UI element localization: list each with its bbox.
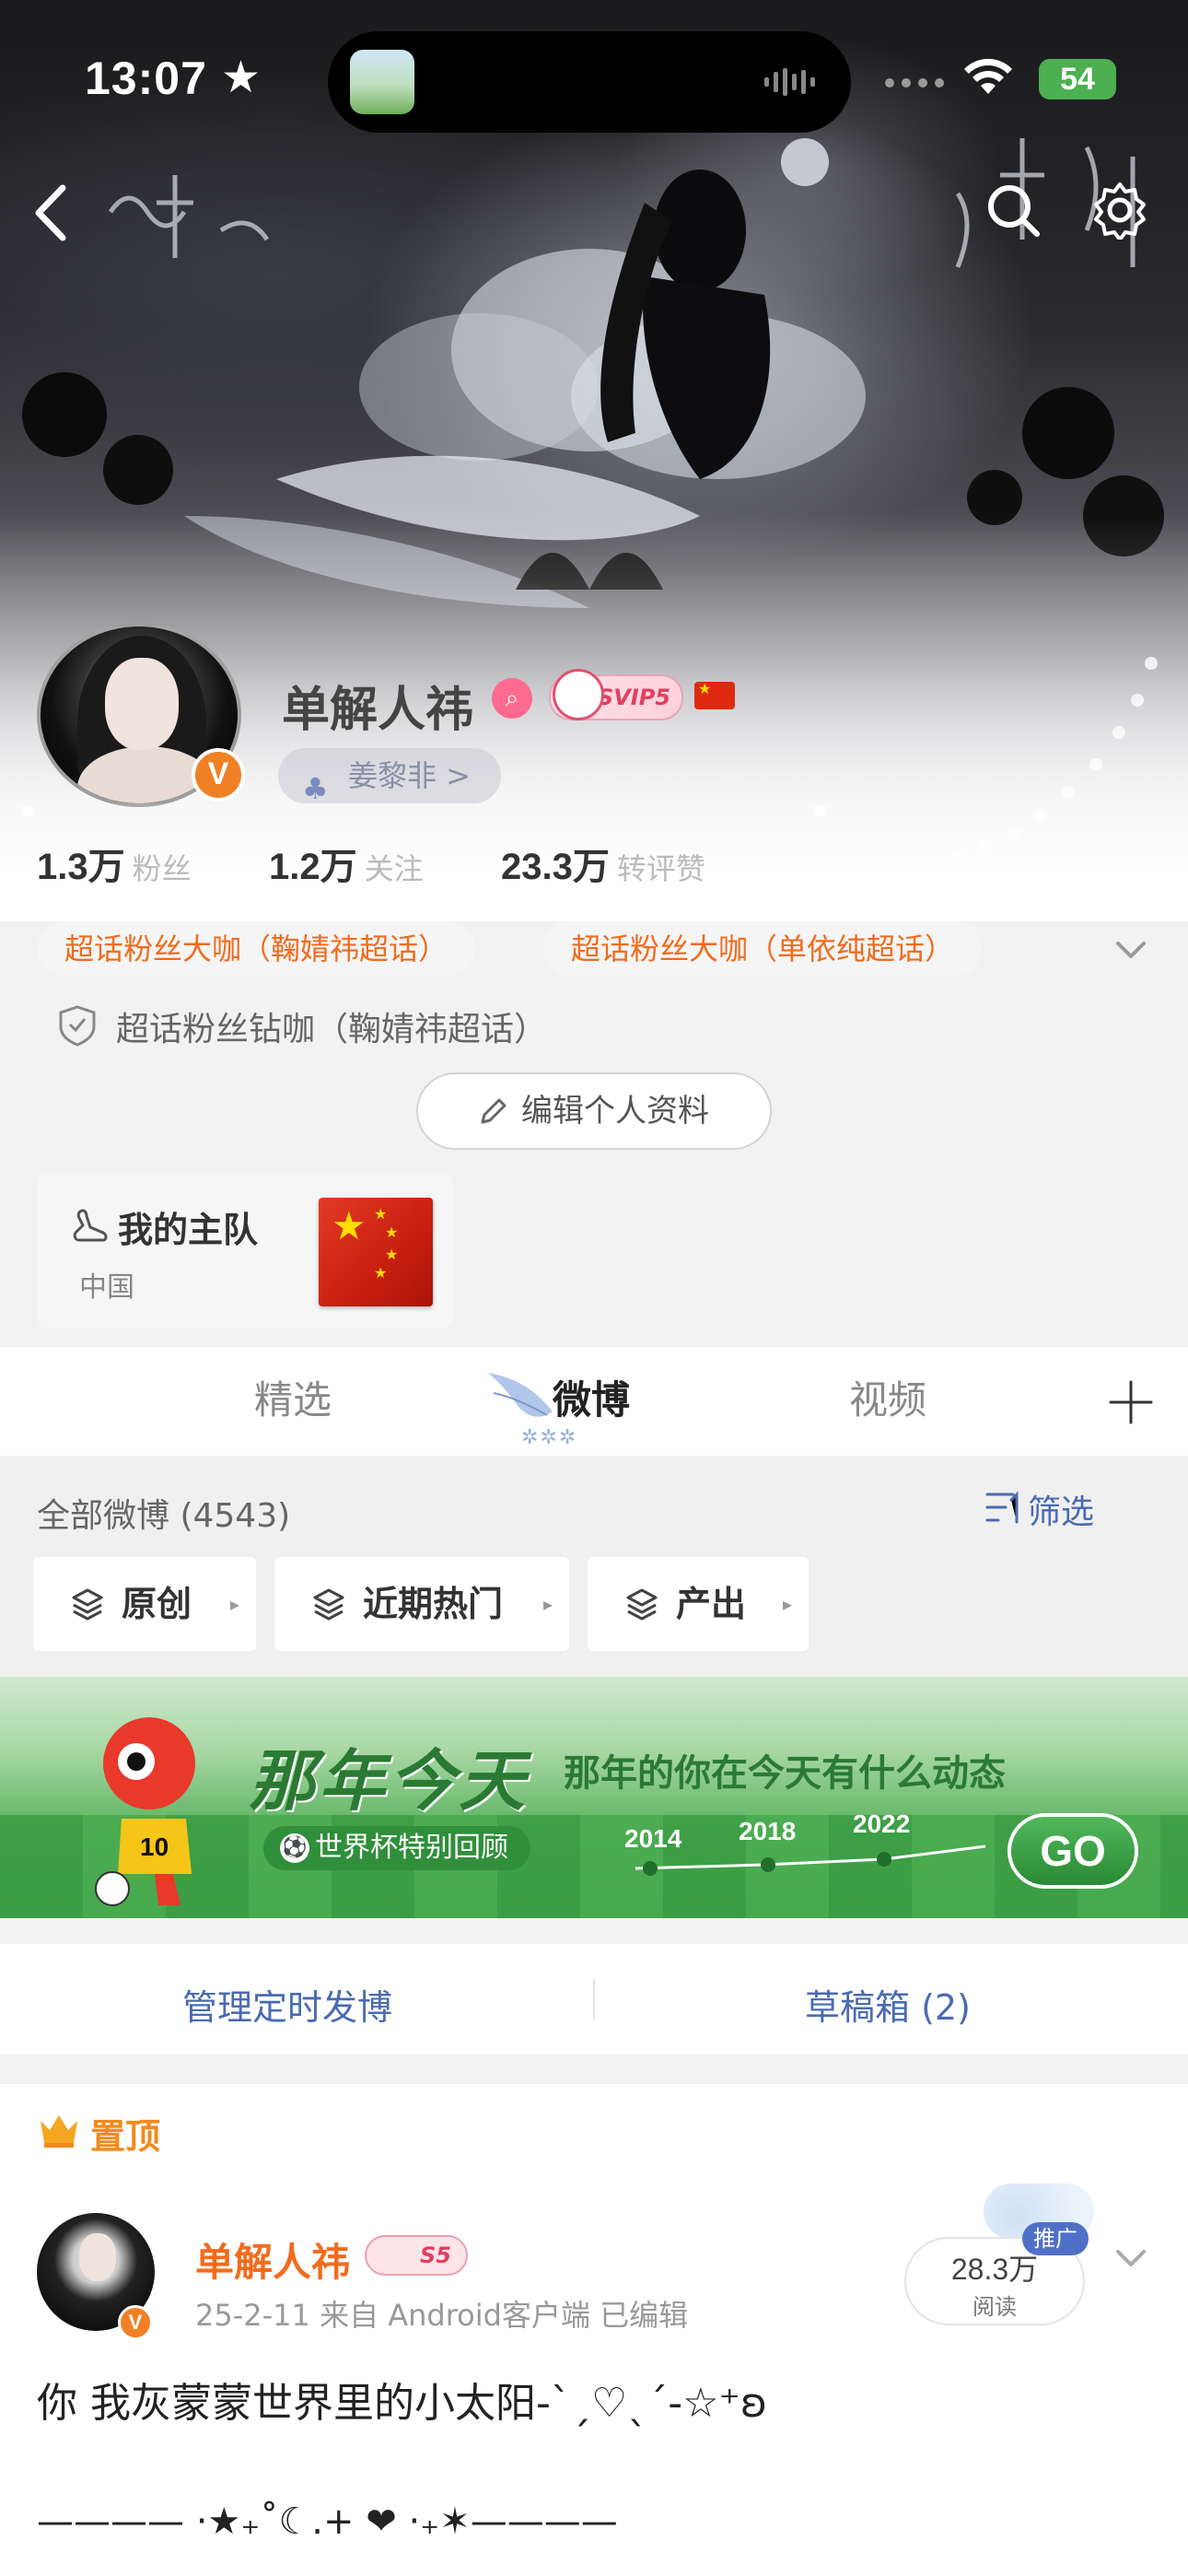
special-follow-chip[interactable]: ♣ 姜黎非 > [278, 748, 501, 806]
fan-tag[interactable]: 超话粉丝大咖（单依纯超话） [543, 921, 983, 977]
profile-tabs: 精选 微博 ✲✲✲ 视频 [0, 1347, 1188, 1456]
post-text-line: ———— ·★₊˚☾.+ ❤ ·₊✶———— [37, 2500, 618, 2543]
go-button[interactable]: GO [1007, 1813, 1138, 1889]
tab-featured[interactable]: 精选 [254, 1369, 332, 1425]
world-cup-review-pill: ⚽ 世界杯特别回顾 [263, 1826, 530, 1870]
divider [593, 1979, 595, 2020]
verified-badge-icon: V [118, 2305, 153, 2340]
post-author-name[interactable]: 单解人祎 [195, 2231, 350, 2288]
dynamic-island[interactable] [328, 31, 851, 133]
pinned-post[interactable]: 置顶 V 单解人祎 S5 25-2-11 来自 Android客户端 已编辑 2… [0, 2084, 1188, 2576]
wifi-icon [964, 58, 1012, 94]
team-card-title: 我的主队 [118, 1210, 259, 1250]
promo-subtitle: 那年的你在今天有什么动态 [564, 1752, 1006, 1795]
post-meta: 25-2-11 来自 Android客户端 已编辑 [195, 2298, 689, 2333]
year-label: 2014 [624, 1824, 682, 1853]
filter-recent-hot-button[interactable]: 近期热门 ▸ [274, 1557, 569, 1651]
gear-icon[interactable] [1090, 181, 1149, 240]
stat-following[interactable]: 1.2万 关注 [269, 837, 424, 890]
caret-right-icon: ▸ [542, 1593, 553, 1615]
cellular-signal-icon [885, 78, 944, 88]
post-text: 你 我灰蒙蒙世界里的小太阳-ˋˏ♡ˎˊ-☆⁺ʚ [37, 2380, 768, 2427]
promo-title: 那年今天 [249, 1742, 530, 1820]
edit-profile-button[interactable]: 编辑个人资料 [416, 1072, 772, 1150]
layers-icon [626, 1588, 658, 1621]
jersey-hand-icon [73, 1209, 108, 1242]
svip-level-badge[interactable]: S5 [365, 2235, 468, 2276]
chevron-down-icon[interactable] [1111, 929, 1151, 969]
manage-row: 管理定时发博 草稿箱 (2) [0, 1944, 1188, 2055]
filter-output-button[interactable]: 产出 ▸ [588, 1557, 809, 1651]
mascot-jersey-number: 10 [140, 1832, 169, 1861]
soccer-ball-icon: ⚽ [280, 1833, 309, 1863]
wing-icon [488, 1373, 553, 1417]
back-icon[interactable] [26, 181, 77, 245]
svip-mascot-icon [553, 669, 604, 720]
tab-video[interactable]: 视频 [849, 1369, 926, 1425]
verified-badge-icon: V [192, 748, 245, 802]
tab-weibo[interactable]: 微博 [553, 1369, 630, 1425]
svip-badge[interactable]: SVIP5 [549, 669, 683, 720]
layers-icon [313, 1588, 344, 1621]
clover-icon: ♣ [302, 771, 329, 806]
filter-button[interactable]: 筛选 [1028, 1485, 1094, 1533]
shield-icon [59, 1005, 96, 1047]
star-icon: ★ [221, 52, 262, 103]
status-bar: 13:07 ★ 54 [0, 0, 1188, 138]
promote-tag[interactable]: 推广 [1022, 2222, 1089, 2255]
layers-icon [72, 1588, 103, 1621]
search-icon[interactable] [984, 181, 1044, 241]
pencil-icon [481, 1098, 507, 1124]
manage-scheduled-posts-button[interactable]: 管理定时发博 [182, 1979, 392, 2030]
my-team-card[interactable]: 我的主队 中国 ★ ★ ★ ★ ★ [37, 1172, 453, 1329]
china-flag-icon [694, 680, 735, 709]
filter-original-button[interactable]: 原创 ▸ [33, 1557, 256, 1651]
status-time: 13:07 [85, 53, 207, 104]
post-filter-area: 全部微博 (4543) 筛选 原创 ▸ 近期热门 ▸ 产出 ▸ [0, 1456, 1188, 1677]
stat-followers[interactable]: 1.3万 粉丝 [37, 837, 192, 890]
chevron-down-icon[interactable] [1111, 2237, 1151, 2277]
filter-icon[interactable] [985, 1489, 1026, 1526]
crown-icon [41, 2115, 77, 2148]
battery-indicator: 54 [1039, 59, 1116, 100]
profile-username: 单解人祎 [282, 683, 474, 738]
search-badge-icon[interactable]: ⌕ [492, 678, 532, 719]
team-card-country: 中国 [79, 1271, 134, 1304]
china-flag-icon: ★ ★ ★ ★ ★ [319, 1198, 433, 1306]
tab-stars-decoration: ✲✲✲ [521, 1426, 578, 1449]
add-tab-icon[interactable] [1103, 1375, 1159, 1430]
year-label: 2022 [853, 1809, 911, 1838]
drafts-button[interactable]: 草稿箱 (2) [805, 1979, 971, 2030]
mascot-icon: 10 [95, 1717, 195, 1906]
fan-tag-row: 超话粉丝大咖（鞠婧祎超话） 超话粉丝大咖（单依纯超话） [37, 921, 1151, 978]
caret-right-icon: ▸ [782, 1593, 792, 1615]
stat-reposts-likes[interactable]: 23.3万 转评赞 [501, 837, 705, 890]
caret-right-icon: ▸ [229, 1593, 239, 1615]
year-label: 2018 [739, 1817, 797, 1845]
audio-wave-icon [764, 68, 815, 96]
on-this-day-banner[interactable]: 10 那年今天 那年的你在今天有什么动态 ⚽ 世界杯特别回顾 2014 2018… [0, 1677, 1188, 1918]
fan-tag[interactable]: 超话粉丝大咖（鞠婧祎超话） [37, 921, 476, 977]
now-playing-thumbnail [350, 50, 414, 114]
all-posts-count: 全部微博 (4543) [37, 1497, 291, 1535]
